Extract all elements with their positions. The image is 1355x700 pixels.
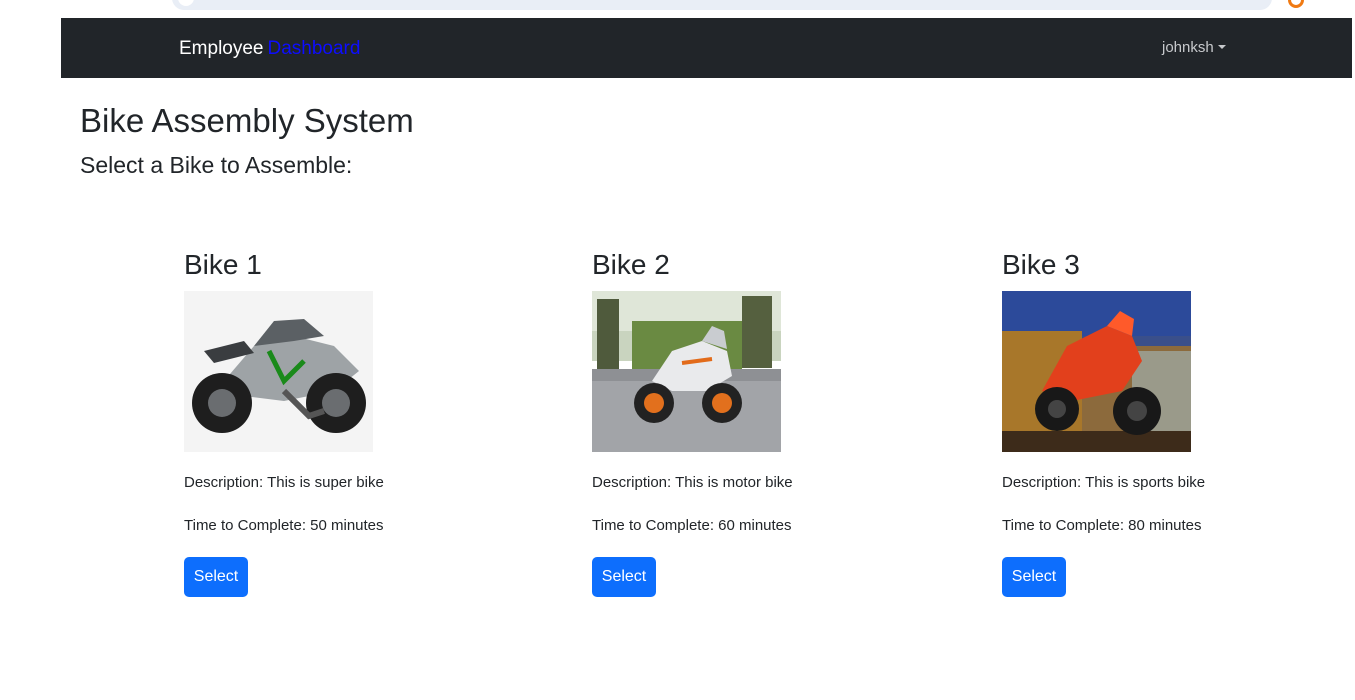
caret-down-icon <box>1217 45 1226 49</box>
address-bar[interactable] <box>172 0 1272 10</box>
select-button[interactable]: Select <box>1002 557 1066 597</box>
bike-time: Time to Complete: 60 minutes <box>592 517 792 534</box>
navbar: Employee Dashboard johnksh <box>61 18 1352 78</box>
bike-image <box>592 291 781 452</box>
bike-card: Bike 1 Description: This is super bike T… <box>184 248 444 597</box>
brand-dashboard-label: Dashboard <box>267 38 361 59</box>
select-button[interactable]: Select <box>184 557 248 597</box>
bike-time: Time to Complete: 80 minutes <box>1002 517 1202 534</box>
bike-description: Description: This is motor bike <box>592 474 793 491</box>
bike-card: Bike 3 Description: This is sports bike … <box>1002 248 1262 597</box>
bike-name: Bike 1 <box>184 249 262 280</box>
select-button[interactable]: Select <box>592 557 656 597</box>
brand-label: Employee <box>179 38 264 59</box>
page-title: Bike Assembly System <box>80 102 414 139</box>
bike-image <box>184 291 373 452</box>
user-name: johnksh <box>1162 39 1214 56</box>
user-dropdown[interactable]: johnksh <box>1162 39 1226 56</box>
bike-image <box>1002 291 1191 452</box>
bike-description: Description: This is sports bike <box>1002 474 1206 491</box>
bike-name: Bike 3 <box>1002 249 1080 280</box>
bike-time: Time to Complete: 50 minutes <box>184 517 384 534</box>
bike-description: Description: This is super bike <box>184 474 384 491</box>
browser-toolbar <box>0 0 1355 18</box>
bike-card: Bike 2 Description: This is motor bike T… <box>592 248 852 597</box>
site-info-icon[interactable] <box>178 0 194 6</box>
extension-icon[interactable] <box>1288 0 1304 8</box>
bike-name: Bike 2 <box>592 249 670 280</box>
navbar-brand[interactable]: Employee Dashboard <box>179 38 360 60</box>
page-subtitle: Select a Bike to Assemble: <box>80 152 353 178</box>
